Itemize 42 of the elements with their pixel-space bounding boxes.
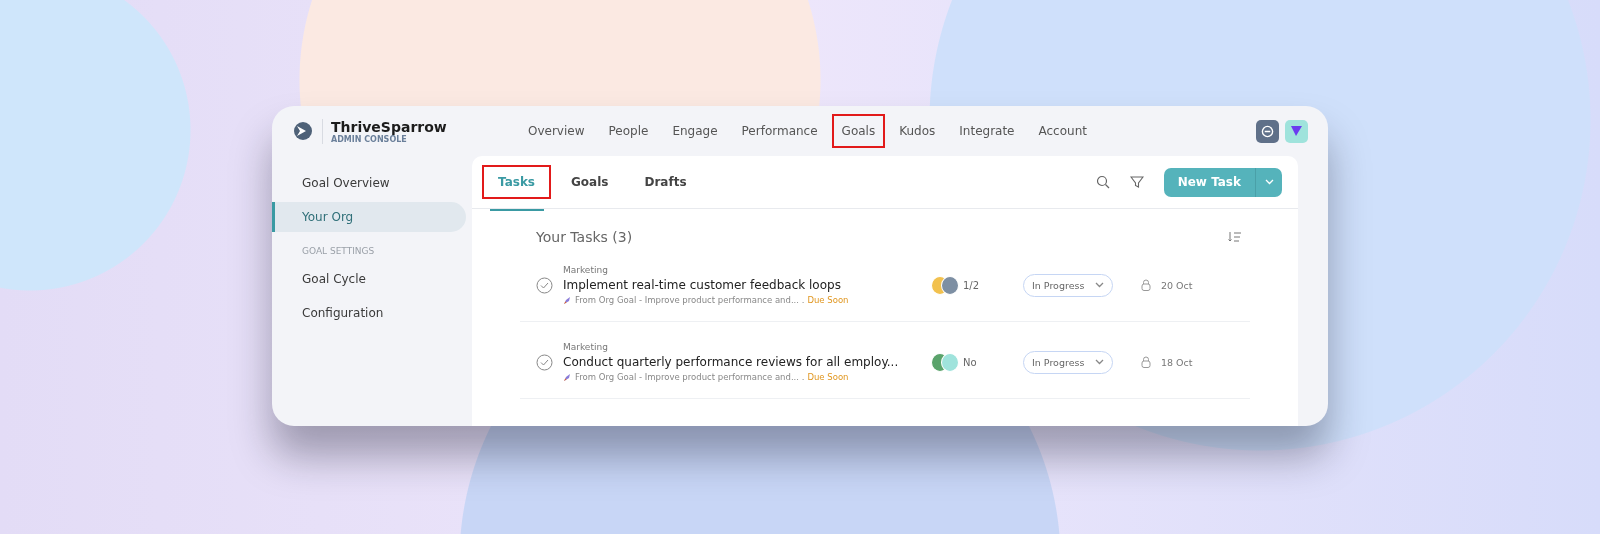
task-category: Marketing: [563, 342, 609, 352]
due-label: Due Soon: [807, 372, 849, 382]
chevron-icon: [1095, 359, 1104, 365]
search-icon[interactable]: [1095, 175, 1110, 189]
nav-link[interactable]: Engage: [662, 114, 728, 148]
task-title[interactable]: Conduct quarterly performance reviews for all employ...: [563, 355, 913, 369]
task-source: From Org Goal - Improve product performance and... .: [575, 295, 805, 305]
due-date: 18 Oct: [1161, 356, 1193, 368]
nav-link[interactable]: Overview: [518, 114, 595, 148]
profile-button[interactable]: [1285, 119, 1308, 143]
check-circle-icon[interactable]: [536, 353, 553, 371]
chevron-icon: [1264, 179, 1274, 185]
lock-icon: [1141, 279, 1151, 291]
section-heading: GOAL SETTINGS: [301, 245, 376, 258]
sidebar-item[interactable]: Your Org: [272, 202, 466, 232]
task-source: From Org Goal - Improve product performance and... .: [575, 372, 805, 382]
check-circle-icon[interactable]: [536, 276, 553, 294]
sidebar-item[interactable]: Goal Cycle: [272, 264, 466, 294]
progress-count: No: [963, 356, 978, 368]
progress-count: 1/2: [963, 279, 981, 291]
due-label: Due Soon: [807, 295, 849, 305]
nav-link[interactable]: Performance: [731, 114, 828, 148]
filter-icon[interactable]: [1129, 175, 1144, 189]
list-title: Your Tasks (3): [536, 229, 633, 245]
brand-name: ThriveSparrow: [331, 118, 447, 135]
chevron-icon: [1095, 282, 1104, 288]
task-category: Marketing: [563, 265, 609, 275]
sidebar-item[interactable]: Goal Overview: [272, 168, 466, 198]
sidebar-item[interactable]: Configuration: [272, 298, 466, 328]
task-title[interactable]: Implement real-time customer feedback loops: [563, 278, 913, 292]
lock-icon: [1141, 356, 1151, 368]
tab[interactable]: Goals: [555, 165, 625, 199]
nav-link[interactable]: Account: [1028, 114, 1097, 148]
nav-link[interactable]: People: [598, 114, 659, 148]
nav-link[interactable]: Kudos: [889, 114, 946, 148]
sync-button[interactable]: [1256, 119, 1279, 143]
arrow-logo-icon: [1290, 125, 1303, 137]
brand-subtitle: ADMIN CONSOLE: [331, 134, 407, 144]
due-date: 20 Oct: [1161, 279, 1193, 291]
nav-link[interactable]: Goals: [831, 114, 886, 148]
nav-link[interactable]: Integrate: [949, 114, 1025, 148]
tab[interactable]: Drafts: [628, 165, 703, 199]
